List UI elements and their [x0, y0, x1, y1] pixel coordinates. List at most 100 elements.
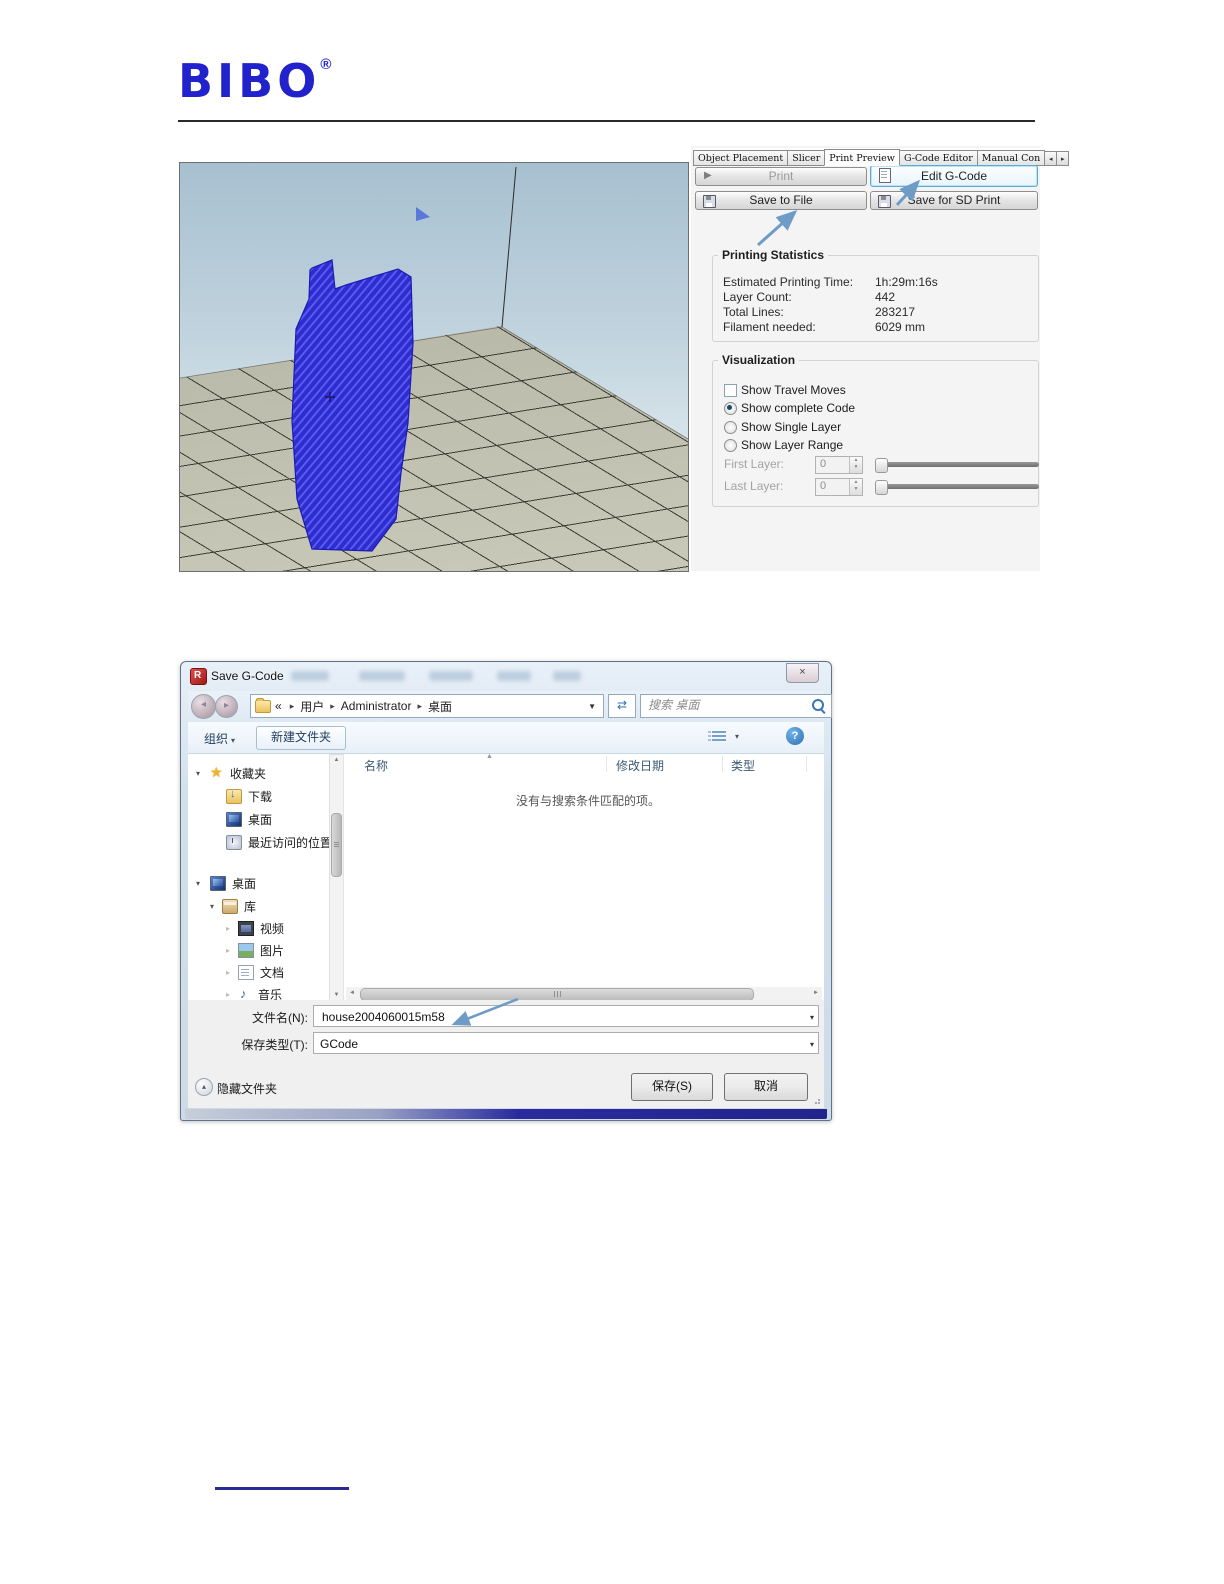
save-to-file-button[interactable]: Save to File: [695, 191, 867, 210]
save-type-combobox[interactable]: GCode ▾: [313, 1032, 819, 1054]
sidebar-item-desktop[interactable]: ▾ 桌面: [188, 874, 328, 892]
tab-manual-control[interactable]: Manual Con: [976, 150, 1046, 166]
dropdown-caret-icon[interactable]: ▾: [810, 1013, 814, 1022]
expander-icon[interactable]: ▾: [196, 769, 200, 778]
organize-menu[interactable]: 组织 ▾: [198, 728, 241, 749]
sidebar-item-favorites[interactable]: ▾ 收藏夹: [188, 764, 328, 782]
caret-down-icon: ▾: [231, 736, 236, 745]
first-layer-slider[interactable]: [875, 457, 1039, 473]
column-header-date-modified[interactable]: 修改日期: [616, 754, 664, 774]
print-button[interactable]: ▶ Print: [695, 167, 867, 186]
edit-gcode-button[interactable]: Edit G-Code: [870, 165, 1038, 187]
printed-model[interactable]: [291, 259, 414, 552]
documents-icon: [238, 964, 254, 980]
breadcrumb-desktop[interactable]: 桌面: [427, 698, 453, 715]
tab-object-placement[interactable]: Object Placement: [693, 150, 789, 166]
sidebar-item-label: 文档: [260, 965, 285, 980]
column-header-type[interactable]: 类型: [731, 754, 755, 774]
tab-scroll-right-button[interactable]: ▸: [1056, 151, 1070, 166]
scroll-right-icon[interactable]: ►: [810, 987, 822, 1000]
horizontal-scrollbar[interactable]: ◄ ►: [346, 987, 822, 1001]
expander-icon[interactable]: ▸: [226, 946, 230, 955]
cancel-button[interactable]: 取消: [724, 1073, 808, 1101]
column-header-name[interactable]: 名称: [364, 754, 388, 774]
sidebar-item-documents[interactable]: ▸ 文档: [188, 963, 328, 981]
back-button[interactable]: [191, 694, 216, 719]
resize-grip[interactable]: [812, 1096, 820, 1104]
address-dropdown-caret[interactable]: ▼: [588, 702, 603, 711]
breadcrumb-administrator[interactable]: Administrator: [340, 699, 413, 713]
scrollbar-thumb[interactable]: [331, 813, 342, 877]
sidebar-item-libraries[interactable]: ▾ 库: [188, 897, 328, 915]
close-button[interactable]: ×: [786, 663, 819, 683]
3d-viewport[interactable]: [179, 162, 689, 572]
change-view-button[interactable]: ▾: [708, 728, 746, 747]
file-list: 名称 ▲ 修改日期 类型 没有与搜索条件匹配的项。 ◄ ►: [343, 754, 824, 1001]
sidebar-item-pictures[interactable]: ▸ 图片: [188, 941, 328, 959]
scroll-left-icon[interactable]: ◄: [346, 987, 358, 1000]
save-type-label: 保存类型(T):: [241, 1038, 308, 1052]
last-layer-value: 0: [820, 480, 827, 492]
show-complete-code-radio[interactable]: [724, 402, 737, 415]
expander-icon[interactable]: ▸: [226, 924, 230, 933]
show-single-layer-label: Show Single Layer: [741, 420, 842, 434]
hide-folders-label[interactable]: 隐藏文件夹: [217, 1080, 277, 1097]
hide-folders-button[interactable]: ▴: [195, 1078, 213, 1096]
last-layer-spinner[interactable]: ▲ ▼: [849, 479, 862, 495]
sidebar-item-downloads[interactable]: 下载: [188, 787, 328, 805]
show-complete-code-row[interactable]: Show complete Code: [724, 401, 1032, 417]
first-layer-input[interactable]: 0 ▲ ▼: [815, 456, 863, 474]
sidebar-item-desktop-fav[interactable]: 桌面: [188, 810, 328, 828]
stat-value: 283217: [875, 305, 916, 319]
print-preview-panel: Object Placement Slicer Print Preview G-Cod…: [691, 146, 1070, 571]
show-layer-range-radio[interactable]: [724, 439, 737, 452]
sidebar-item-label: 图片: [260, 943, 285, 958]
breadcrumb-users[interactable]: 用户: [299, 698, 325, 715]
last-layer-slider[interactable]: [875, 479, 1039, 495]
stat-row: Filament needed: 6029 mm: [723, 320, 1032, 335]
show-single-layer-row[interactable]: Show Single Layer: [724, 420, 1032, 436]
last-layer-label: Last Layer:: [724, 479, 784, 493]
wall-corner-line: [501, 166, 517, 328]
refresh-button[interactable]: ⇄: [608, 694, 636, 718]
ghost-menu-blur: [497, 671, 531, 681]
scroll-up-icon[interactable]: ▲: [330, 757, 343, 763]
ghost-menu-blur: [553, 671, 581, 681]
sidebar-item-videos[interactable]: ▸ 视频: [188, 919, 328, 937]
tab-print-preview[interactable]: Print Preview: [824, 149, 900, 166]
filename-input[interactable]: [320, 1009, 794, 1025]
slider-track: [885, 484, 1039, 489]
dropdown-caret-icon[interactable]: ▾: [810, 1040, 814, 1049]
expander-icon[interactable]: ▸: [226, 990, 230, 999]
expander-icon[interactable]: ▾: [196, 879, 200, 888]
chevron-icon: ▸: [417, 700, 422, 711]
expander-icon[interactable]: ▾: [210, 902, 214, 911]
sidebar-item-recent-places[interactable]: 最近访问的位置: [188, 833, 332, 851]
first-layer-spinner[interactable]: ▲ ▼: [849, 457, 862, 473]
show-travel-moves-row[interactable]: Show Travel Moves: [724, 383, 1032, 399]
slider-thumb[interactable]: [875, 480, 888, 495]
tab-slicer[interactable]: Slicer: [787, 150, 826, 166]
new-folder-button[interactable]: 新建文件夹: [256, 726, 346, 750]
sidebar-scrollbar[interactable]: ▲ ▼: [329, 754, 344, 1001]
search-input[interactable]: [646, 697, 800, 713]
show-layer-range-row[interactable]: Show Layer Range: [724, 438, 1032, 454]
filename-combobox[interactable]: ▾: [313, 1005, 819, 1027]
last-layer-input[interactable]: 0 ▲ ▼: [815, 478, 863, 496]
slider-thumb[interactable]: [875, 458, 888, 473]
show-single-layer-radio[interactable]: [724, 421, 737, 434]
save-for-sd-print-button[interactable]: Save for SD Print: [870, 191, 1038, 210]
scroll-down-icon[interactable]: ▼: [330, 992, 343, 998]
ghost-menu-blur: [429, 671, 473, 681]
floppy-icon: [878, 195, 891, 208]
show-travel-moves-checkbox[interactable]: [724, 384, 737, 397]
help-button[interactable]: ?: [786, 727, 804, 745]
tab-gcode-editor[interactable]: G-Code Editor: [898, 150, 978, 166]
expander-icon[interactable]: ▸: [226, 968, 230, 977]
sidebar-item-music[interactable]: ▸ 音乐: [188, 985, 328, 1002]
address-breadcrumb-bar[interactable]: « ▸ 用户 ▸ Administrator ▸ 桌面 ▼: [250, 694, 604, 718]
save-button[interactable]: 保存(S): [631, 1073, 713, 1101]
search-box[interactable]: [640, 694, 832, 718]
show-layer-range-label: Show Layer Range: [741, 438, 844, 452]
forward-button[interactable]: [215, 695, 238, 718]
